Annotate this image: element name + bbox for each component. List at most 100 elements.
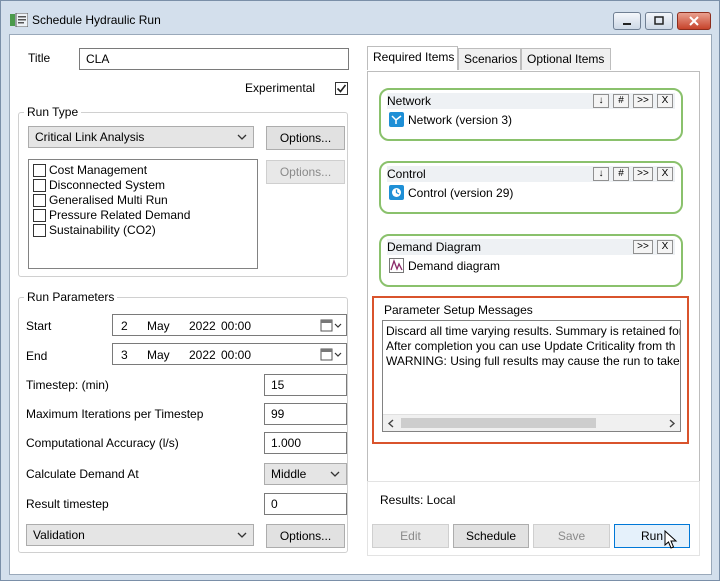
result-timestep-label: Result timestep (26, 497, 109, 511)
scroll-left-icon[interactable] (387, 419, 395, 428)
tab-panel: Network ↓ # >> X Network (version 3) Con… (367, 71, 700, 483)
checklist-item-label: Sustainability (CO2) (49, 223, 156, 237)
run-type-select[interactable]: Critical Link Analysis (28, 126, 254, 148)
message-line: After completion you can use Update Crit… (386, 339, 676, 353)
demand-diagram-more-button[interactable]: >> (633, 240, 653, 254)
minimize-icon (623, 23, 631, 25)
demand-diagram-item-row[interactable]: Demand diagram (389, 258, 500, 273)
control-down-button[interactable]: ↓ (593, 167, 609, 181)
demand-at-label: Calculate Demand At (26, 467, 139, 481)
tab-strip: Required Items Scenarios Optional Items (367, 46, 700, 73)
edit-button: Edit (372, 524, 449, 548)
start-time[interactable]: 00:00 (221, 319, 251, 333)
checklist-item-label: Disconnected System (49, 178, 166, 192)
demand-at-select[interactable]: Middle (264, 463, 347, 485)
end-time[interactable]: 00:00 (221, 348, 251, 362)
network-item-row[interactable]: Network (version 3) (389, 112, 512, 127)
checklist-item-label: Generalised Multi Run (49, 193, 168, 207)
control-value: Control (version 29) (408, 185, 514, 200)
checklist-item[interactable]: Generalised Multi Run (33, 193, 168, 207)
end-day[interactable]: 3 (121, 348, 128, 362)
timestep-label: Timestep: (min) (26, 378, 109, 392)
dialog-body: Title CLA Experimental Run Type Critical… (9, 34, 712, 575)
checklist-item-label: Pressure Related Demand (49, 208, 191, 222)
horizontal-scrollbar[interactable] (383, 414, 680, 431)
start-year[interactable]: 2022 (189, 319, 216, 333)
title-label: Title (28, 51, 51, 65)
validation-selected: Validation (33, 528, 85, 542)
checklist-item[interactable]: Cost Management (33, 163, 147, 177)
validation-select[interactable]: Validation (26, 524, 254, 546)
checklist-item[interactable]: Pressure Related Demand (33, 208, 190, 222)
demand-diagram-value: Demand diagram (408, 258, 501, 273)
demand-at-selected: Middle (271, 467, 307, 481)
scroll-right-icon[interactable] (668, 419, 676, 428)
control-item-header: Control ↓ # >> X (387, 166, 675, 182)
minimize-button[interactable] (613, 12, 641, 30)
maximize-button[interactable] (645, 12, 673, 30)
start-datetime-picker[interactable]: 2 May 2022 00:00 (112, 314, 347, 336)
tab-scenarios[interactable]: Scenarios (458, 48, 521, 70)
demand-diagram-item-header: Demand Diagram >> X (387, 239, 675, 255)
max-iterations-input[interactable]: 99 (264, 403, 347, 425)
chevron-down-icon (237, 532, 247, 538)
chevron-down-icon (330, 471, 340, 477)
checkbox[interactable] (33, 163, 46, 177)
run-type-options-button-2: Options... (266, 160, 345, 184)
checkbox[interactable] (33, 178, 46, 192)
end-datetime-picker[interactable]: 3 May 2022 00:00 (112, 343, 347, 365)
result-timestep-input[interactable]: 0 (264, 493, 347, 515)
network-down-button[interactable]: ↓ (593, 94, 609, 108)
scrollbar-thumb[interactable] (401, 418, 596, 428)
checkbox[interactable] (33, 193, 46, 207)
tab-required-items[interactable]: Required Items (367, 46, 458, 70)
app-icon (10, 13, 28, 27)
network-title: Network (387, 94, 432, 108)
parameter-messages-label: Parameter Setup Messages (384, 303, 533, 317)
checkbox[interactable] (33, 208, 46, 222)
control-item-row[interactable]: Control (version 29) (389, 185, 513, 200)
network-more-button[interactable]: >> (633, 94, 653, 108)
accuracy-input[interactable]: 1.000 (264, 432, 347, 454)
close-button[interactable] (677, 12, 711, 30)
run-type-group-label: Run Type (24, 105, 82, 119)
checklist-item[interactable]: Sustainability (CO2) (33, 223, 156, 237)
calendar-dropdown-icon[interactable] (320, 348, 342, 361)
title-input[interactable]: CLA (79, 48, 349, 70)
parameter-messages-box[interactable]: Discard all time varying results. Summar… (382, 320, 681, 432)
timestep-input[interactable]: 15 (264, 374, 347, 396)
start-month[interactable]: May (147, 319, 170, 333)
run-type-options-button[interactable]: Options... (266, 126, 345, 150)
chevron-down-icon (237, 134, 247, 140)
dialog-window: Schedule Hydraulic Run Title CLA Experim… (0, 0, 720, 581)
title-bar[interactable]: Schedule Hydraulic Run (1, 1, 719, 33)
demand-diagram-icon (389, 258, 404, 273)
maximize-icon (654, 16, 664, 25)
control-remove-button[interactable]: X (657, 167, 673, 181)
run-type-checklist: Cost Management Disconnected System Gene… (28, 159, 258, 269)
checkbox[interactable] (33, 223, 46, 237)
results-label: Results: Local (380, 493, 456, 507)
end-month[interactable]: May (147, 348, 170, 362)
network-hash-button[interactable]: # (613, 94, 629, 108)
network-remove-button[interactable]: X (657, 94, 673, 108)
schedule-button[interactable]: Schedule (453, 524, 529, 548)
control-icon (389, 185, 404, 200)
demand-diagram-remove-button[interactable]: X (657, 240, 673, 254)
control-title: Control (387, 167, 426, 181)
close-icon (689, 16, 699, 26)
parameter-messages-highlight: Parameter Setup Messages Discard all tim… (372, 296, 689, 444)
run-button[interactable]: Run (614, 524, 690, 548)
control-hash-button[interactable]: # (613, 167, 629, 181)
validation-options-button[interactable]: Options... (266, 524, 345, 548)
control-more-button[interactable]: >> (633, 167, 653, 181)
demand-diagram-item-box: Demand Diagram >> X Demand diagram (379, 234, 683, 287)
window-title: Schedule Hydraulic Run (32, 13, 161, 27)
experimental-checkbox[interactable] (335, 82, 348, 96)
end-year[interactable]: 2022 (189, 348, 216, 362)
calendar-dropdown-icon[interactable] (320, 319, 342, 332)
max-iterations-label: Maximum Iterations per Timestep (26, 407, 204, 421)
start-day[interactable]: 2 (121, 319, 128, 333)
checklist-item[interactable]: Disconnected System (33, 178, 165, 192)
tab-optional-items[interactable]: Optional Items (521, 48, 611, 70)
